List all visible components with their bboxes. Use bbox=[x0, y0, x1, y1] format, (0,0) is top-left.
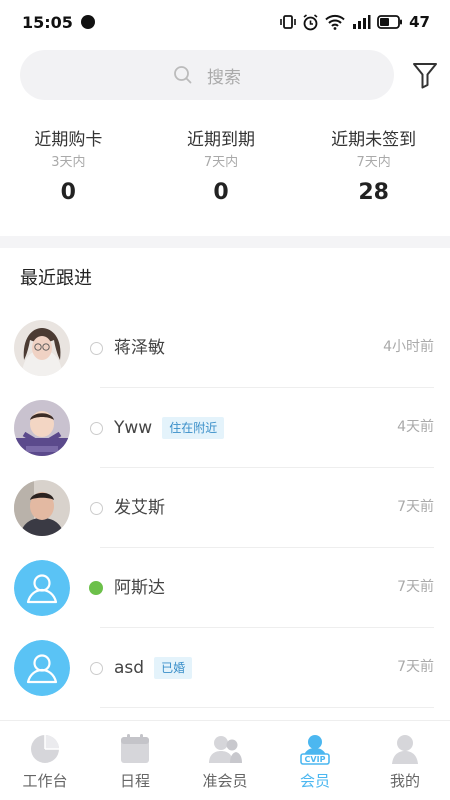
member-name: asd bbox=[114, 658, 145, 678]
vip-member-icon: CVIP bbox=[300, 735, 330, 765]
avatar bbox=[14, 480, 70, 536]
member-name: 发艾斯 bbox=[114, 498, 165, 518]
default-user-icon bbox=[14, 640, 70, 696]
tab-workbench[interactable]: 工作台 bbox=[0, 721, 90, 800]
filter-icon bbox=[413, 63, 437, 89]
search-placeholder: 搜索 bbox=[207, 67, 241, 88]
tab-prospects[interactable]: 准会员 bbox=[180, 721, 270, 800]
tab-label: 会员 bbox=[299, 772, 330, 790]
stat-recent-purchase[interactable]: 近期购卡 3天内 0 bbox=[0, 128, 145, 220]
tab-label: 日程 bbox=[119, 772, 150, 790]
section-title: 最近跟进 bbox=[20, 268, 92, 289]
member-row[interactable]: 阿斯达 7天前 bbox=[0, 548, 450, 628]
tab-label: 工作台 bbox=[22, 772, 68, 790]
member-row[interactable]: asd 已婚 7天前 bbox=[0, 628, 450, 708]
stat-recent-expiry[interactable]: 近期到期 7天内 0 bbox=[145, 128, 298, 220]
search-input[interactable]: 搜索 bbox=[20, 50, 394, 100]
stat-subtitle: 3天内 bbox=[51, 155, 86, 170]
member-row[interactable]: 发艾斯 7天前 bbox=[0, 468, 450, 548]
alarm-icon bbox=[303, 13, 318, 30]
status-bar: 15:05 47 bbox=[0, 0, 450, 44]
status-indicator bbox=[90, 422, 103, 435]
member-name: Yww bbox=[114, 418, 153, 438]
search-row: 搜索 bbox=[0, 50, 450, 102]
tab-members[interactable]: CVIP 会员 bbox=[270, 721, 360, 800]
stats-panel: 近期购卡 3天内 0 近期到期 7天内 0 近期未签到 7天内 28 bbox=[0, 128, 450, 220]
stat-title: 近期未签到 bbox=[331, 130, 417, 150]
notification-dot-icon bbox=[80, 15, 95, 29]
member-row[interactable]: 蒋泽敏 4小时前 bbox=[0, 308, 450, 388]
stat-subtitle: 7天内 bbox=[203, 155, 239, 170]
stat-value: 0 bbox=[60, 180, 76, 205]
stat-title: 近期购卡 bbox=[34, 130, 103, 150]
vibrate-icon bbox=[280, 15, 296, 29]
svg-text:CVIP: CVIP bbox=[305, 755, 326, 764]
calendar-icon bbox=[121, 734, 149, 763]
member-tag: 住在附近 bbox=[162, 417, 225, 439]
status-indicator bbox=[90, 342, 103, 355]
wifi-icon bbox=[325, 14, 345, 30]
prospects-icon bbox=[209, 736, 242, 763]
last-followup-time: 7天前 bbox=[397, 659, 434, 675]
profile-icon bbox=[392, 735, 418, 764]
default-user-icon bbox=[14, 560, 70, 616]
member-tag: 已婚 bbox=[154, 657, 193, 679]
filter-button[interactable] bbox=[408, 58, 442, 92]
battery-level: 47 bbox=[409, 13, 430, 31]
stat-recent-no-checkin[interactable]: 近期未签到 7天内 28 bbox=[297, 128, 450, 220]
last-followup-time: 4天前 bbox=[397, 419, 434, 435]
member-name: 阿斯达 bbox=[114, 578, 165, 598]
member-list: 蒋泽敏 4小时前 Yww 住在附近 4天前 发艾斯 7天前 阿斯达 7天前 as… bbox=[0, 308, 450, 708]
bottom-tab-bar: 工作台 日程 准会员 CVIP 会员 我的 bbox=[0, 720, 450, 800]
search-icon bbox=[174, 66, 192, 84]
last-followup-time: 7天前 bbox=[397, 579, 434, 595]
tab-schedule[interactable]: 日程 bbox=[90, 721, 180, 800]
avatar bbox=[14, 400, 70, 456]
pie-chart-icon bbox=[31, 735, 59, 763]
avatar bbox=[14, 320, 70, 376]
last-followup-time: 7天前 bbox=[397, 499, 434, 515]
stat-value: 0 bbox=[213, 180, 229, 205]
last-followup-time: 4小时前 bbox=[383, 339, 434, 355]
stat-value: 28 bbox=[358, 180, 389, 205]
tab-label: 我的 bbox=[389, 772, 420, 790]
online-indicator bbox=[89, 581, 103, 595]
status-indicator bbox=[90, 502, 103, 515]
member-name: 蒋泽敏 bbox=[114, 338, 165, 358]
status-indicator bbox=[90, 662, 103, 675]
member-row[interactable]: Yww 住在附近 4天前 bbox=[0, 388, 450, 468]
stat-subtitle: 7天内 bbox=[356, 155, 391, 170]
tab-label: 准会员 bbox=[202, 772, 248, 790]
battery-icon bbox=[377, 15, 403, 29]
signal-icon bbox=[353, 15, 371, 29]
stat-title: 近期到期 bbox=[187, 130, 255, 150]
clock: 15:05 bbox=[22, 12, 73, 32]
tab-mine[interactable]: 我的 bbox=[360, 721, 450, 800]
section-divider bbox=[0, 236, 450, 248]
